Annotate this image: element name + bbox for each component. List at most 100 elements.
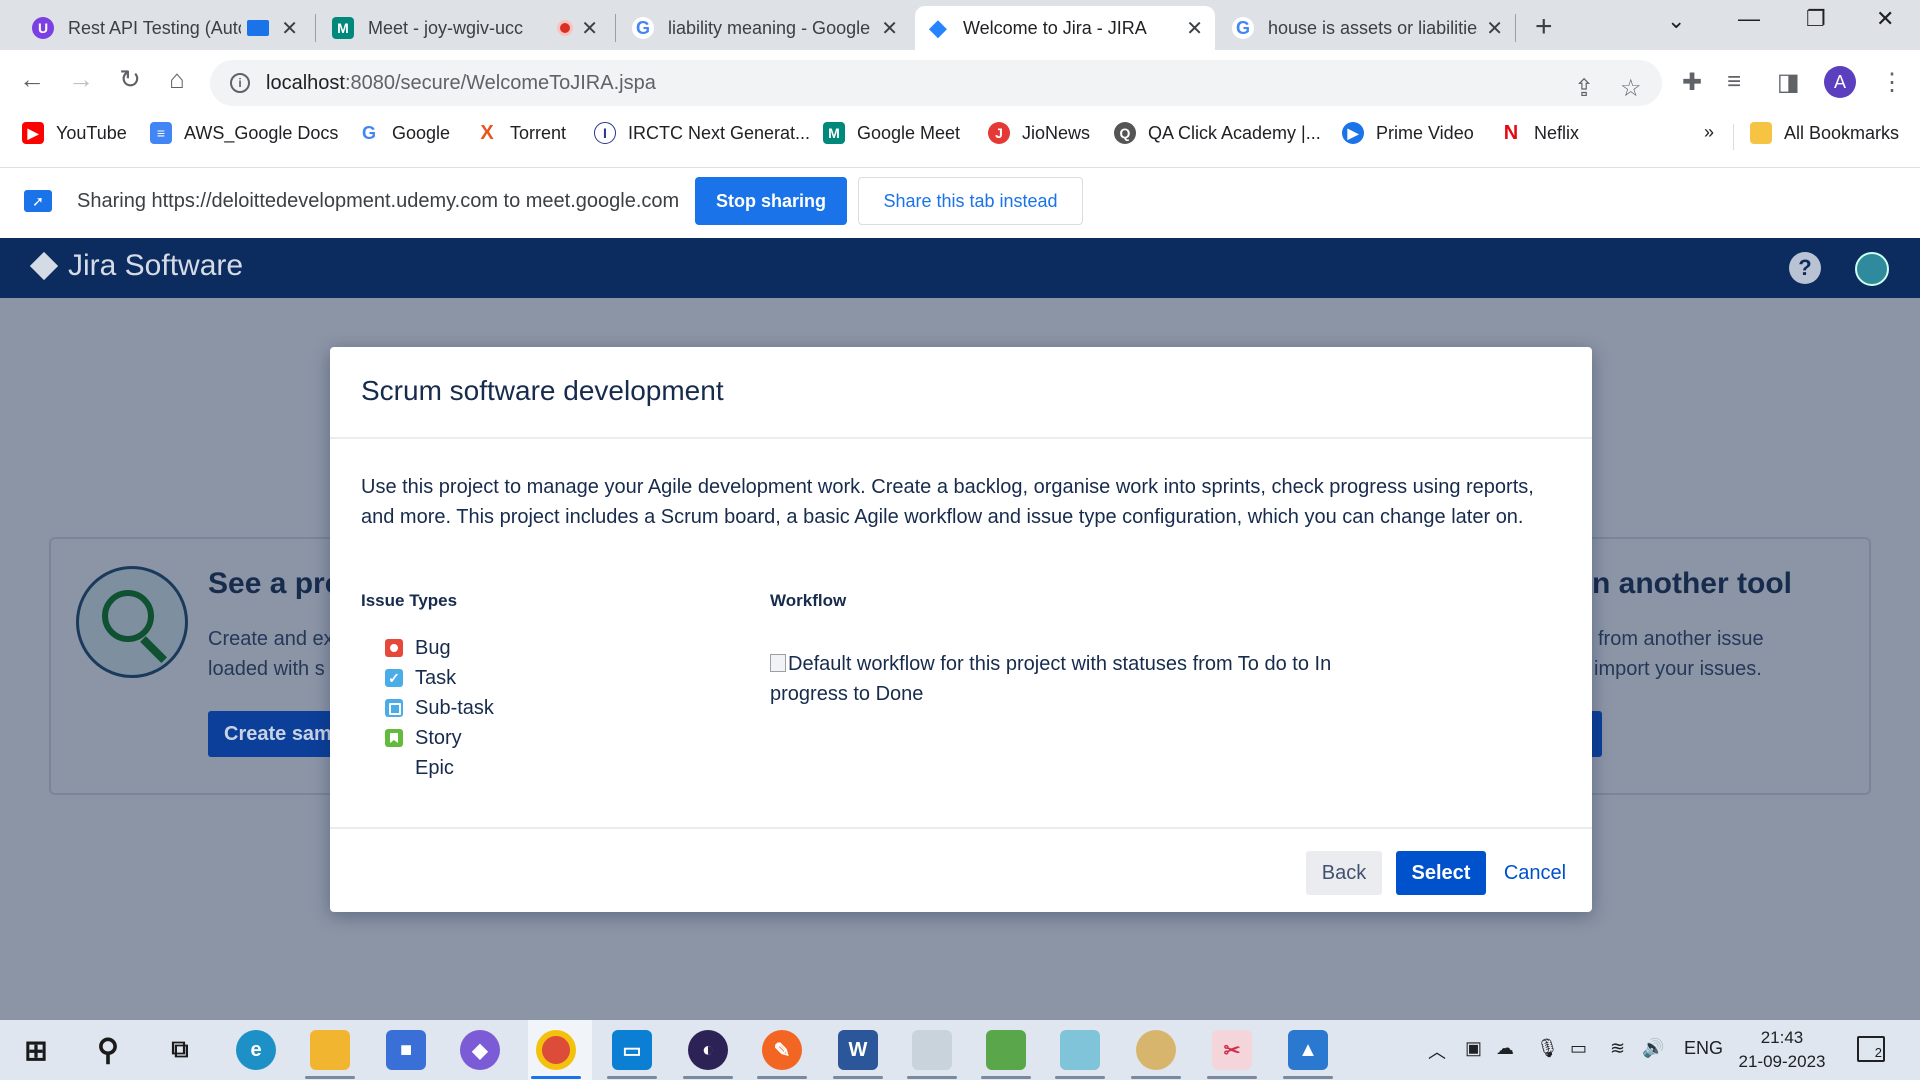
- remote-desktop-icon[interactable]: ▭: [612, 1030, 652, 1070]
- share-page-icon[interactable]: ⇪: [1574, 74, 1594, 103]
- tab-divider: [315, 14, 316, 42]
- show-hidden-icons-chevron-icon[interactable]: ︿: [1428, 1038, 1446, 1064]
- clock-date: 21-09-2023: [1738, 1052, 1826, 1071]
- media-control-icon[interactable]: ≡: [1727, 68, 1741, 96]
- cancel-link[interactable]: Cancel: [1500, 851, 1570, 895]
- more-bookmarks-chevron[interactable]: »: [1704, 122, 1714, 143]
- home-icon[interactable]: ⌂: [159, 64, 195, 95]
- user-avatar[interactable]: [1855, 252, 1889, 286]
- tab-google-meet[interactable]: M Meet - joy-wgiv-ucc ✕: [320, 6, 610, 50]
- microsoft-store-icon[interactable]: ■: [386, 1030, 426, 1070]
- word-icon[interactable]: W: [838, 1030, 878, 1070]
- side-panel-icon[interactable]: ◨: [1777, 68, 1800, 97]
- help-icon[interactable]: ?: [1789, 252, 1821, 284]
- microphone-icon[interactable]: 🎙: [1536, 1038, 1559, 1059]
- site-info-icon[interactable]: i: [230, 73, 250, 93]
- tab-title: house is assets or liabilities: [1268, 17, 1479, 38]
- jira-logo[interactable]: Jira Software: [29, 249, 243, 283]
- jira-top-nav: Jira Software ?: [0, 238, 1920, 298]
- browser-menu-icon[interactable]: ⋮: [1880, 68, 1904, 97]
- issue-types-list: Bug ✓ Task Sub-task Story Epic: [385, 633, 494, 783]
- create-sample-button: Create sam: [208, 711, 338, 757]
- import-heading: n another tool: [1592, 567, 1792, 600]
- project-template-dialog: Scrum software development Use this proj…: [330, 347, 1592, 912]
- system-clock[interactable]: 21:43 21-09-2023: [1732, 1026, 1832, 1074]
- close-tab-icon[interactable]: ✕: [1486, 16, 1503, 41]
- close-tab-icon[interactable]: ✕: [1186, 16, 1203, 41]
- onedrive-cloud-icon[interactable]: ☁: [1496, 1038, 1514, 1059]
- bookmark-label: Neflix: [1534, 122, 1580, 143]
- running-indicator: [981, 1076, 1031, 1079]
- bookmark-label: QA Click Academy |...: [1148, 122, 1321, 143]
- running-indicator: [1131, 1076, 1181, 1079]
- bookmark-google[interactable]: G Google: [358, 122, 450, 144]
- back-button[interactable]: Back: [1306, 851, 1382, 895]
- workflow-image: Default workflow for this project with s…: [770, 649, 1340, 709]
- search-icon[interactable]: ⚲: [88, 1030, 128, 1070]
- eclipse-icon[interactable]: ◐: [688, 1030, 728, 1070]
- share-this-tab-button[interactable]: Share this tab instead: [858, 177, 1083, 225]
- close-tab-icon[interactable]: ✕: [581, 16, 598, 41]
- profile-avatar[interactable]: A: [1824, 66, 1856, 98]
- tab-house-assets[interactable]: G house is assets or liabilities ✕: [1220, 6, 1515, 50]
- tab-liability-meaning[interactable]: G liability meaning - Google ✕: [620, 6, 910, 50]
- address-bar[interactable]: i localhost:8080/secure/WelcomeToJIRA.js…: [210, 60, 1662, 106]
- bookmark-label: YouTube: [56, 122, 127, 143]
- bookmark-aws-google-docs[interactable]: ≡ AWS_Google Docs: [150, 122, 338, 144]
- issue-type-story: Story: [385, 723, 494, 753]
- running-indicator: [683, 1076, 733, 1079]
- task-view-icon[interactable]: ⧉: [160, 1030, 200, 1070]
- close-tab-icon[interactable]: ✕: [281, 16, 298, 41]
- postman-icon[interactable]: ✎: [762, 1030, 802, 1070]
- monitor-app-icon[interactable]: [912, 1030, 952, 1070]
- windows-taskbar: ⊞ ⚲ ⧉ e ■ ◆ ▭ ◐ ✎ W ✂ ▲ ︿ ▣ ☁ 🎙 ▭ ≋ 🔊 EN…: [0, 1020, 1920, 1080]
- select-button[interactable]: Select: [1396, 851, 1486, 895]
- wifi-icon[interactable]: ≋: [1610, 1038, 1625, 1059]
- tab-rest-api-testing[interactable]: U Rest API Testing (Auto ✕: [20, 6, 310, 50]
- issue-type-label: Epic: [415, 756, 454, 779]
- issue-type-bug: Bug: [385, 633, 494, 663]
- meet-now-icon[interactable]: ▣: [1465, 1038, 1482, 1059]
- snipping-tool-icon[interactable]: ✂: [1212, 1030, 1252, 1070]
- bookmark-irctc[interactable]: I IRCTC Next Generat...: [594, 122, 810, 144]
- windows-start-icon[interactable]: ⊞: [16, 1030, 56, 1070]
- photos-icon[interactable]: ▲: [1288, 1030, 1328, 1070]
- minimize-window-icon[interactable]: —: [1738, 6, 1760, 32]
- file-explorer-icon[interactable]: [310, 1030, 350, 1070]
- charts-app-icon[interactable]: [986, 1030, 1026, 1070]
- stop-sharing-button[interactable]: Stop sharing: [695, 177, 847, 225]
- restore-window-icon[interactable]: ❐: [1806, 6, 1826, 32]
- workflow-alt-text: Default workflow for this project with s…: [770, 653, 1332, 705]
- battery-icon[interactable]: ▭: [1570, 1038, 1587, 1059]
- notification-center-icon[interactable]: 2: [1857, 1036, 1885, 1062]
- close-window-icon[interactable]: ✕: [1876, 6, 1894, 32]
- tab-search-chevron-icon[interactable]: ⌄: [1667, 8, 1685, 34]
- bookmark-torrent[interactable]: X Torrent: [476, 122, 566, 144]
- edge-browser-icon[interactable]: e: [236, 1030, 276, 1070]
- paint-icon[interactable]: [1136, 1030, 1176, 1070]
- bookmark-youtube[interactable]: ▶ YouTube: [22, 122, 127, 144]
- notification-count: 2: [1874, 1045, 1882, 1060]
- bookmark-qa-click-academy[interactable]: Q QA Click Academy |...: [1114, 122, 1321, 144]
- all-bookmarks-folder[interactable]: All Bookmarks: [1750, 122, 1899, 144]
- notepad-icon[interactable]: [1060, 1030, 1100, 1070]
- google-docs-icon: ≡: [150, 122, 172, 144]
- volume-icon[interactable]: 🔊: [1642, 1038, 1664, 1059]
- new-tab-plus-icon[interactable]: +: [1535, 10, 1553, 44]
- back-arrow-icon[interactable]: ←: [14, 64, 50, 95]
- bookmark-prime-video[interactable]: ▶ Prime Video: [1342, 122, 1474, 144]
- forward-arrow-icon[interactable]: →: [63, 64, 99, 95]
- close-tab-icon[interactable]: ✕: [881, 16, 898, 41]
- input-language[interactable]: ENG: [1684, 1038, 1723, 1059]
- bookmark-google-meet[interactable]: M Google Meet: [823, 122, 960, 144]
- tab-welcome-to-jira[interactable]: ◆ Welcome to Jira - JIRA ✕: [915, 6, 1215, 50]
- bug-icon: [385, 639, 403, 657]
- bookmark-neflix[interactable]: N Neflix: [1500, 122, 1579, 144]
- reload-icon[interactable]: ↻: [112, 64, 148, 95]
- subtask-icon: [385, 699, 403, 717]
- extensions-puzzle-icon[interactable]: ✚: [1682, 68, 1702, 97]
- chrome-icon[interactable]: [536, 1030, 576, 1070]
- bookmark-jionews[interactable]: J JioNews: [988, 122, 1090, 144]
- copilot-icon[interactable]: ◆: [460, 1030, 500, 1070]
- bookmark-star-icon[interactable]: ☆: [1620, 74, 1642, 103]
